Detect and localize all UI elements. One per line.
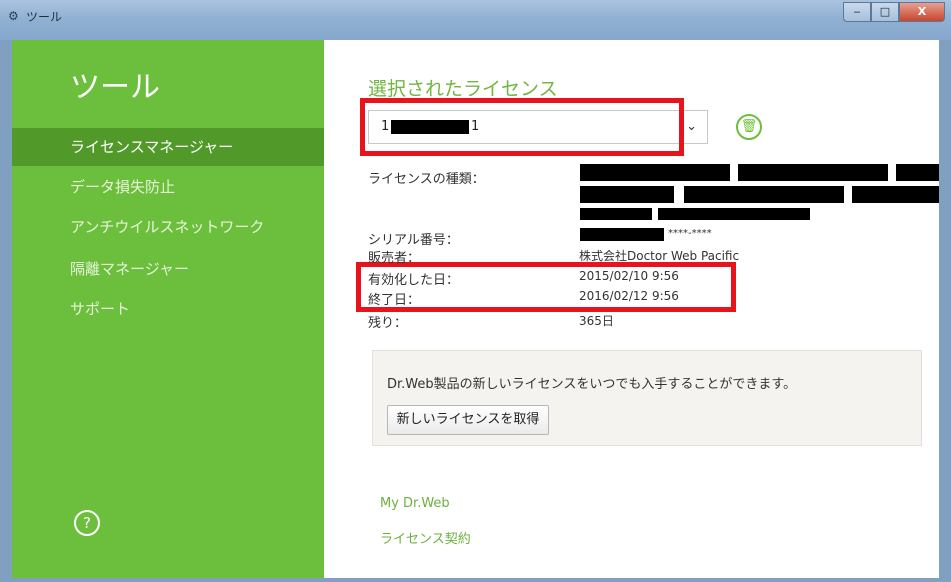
chevron-down-icon: ⌄ — [686, 119, 697, 134]
license-type-label: ライセンスの種類： — [368, 172, 485, 187]
promo-text: Dr.Web製品の新しいライセンスをいつでも入手することができます。 — [387, 377, 797, 392]
seller-value: 株式会社Doctor Web Pacific — [579, 249, 740, 263]
help-icon[interactable]: ? — [74, 510, 100, 536]
activated-date-value: 2015/02/10 9:56 — [579, 269, 679, 283]
my-drweb-link[interactable]: My Dr.Web — [380, 496, 450, 511]
license-agreement-link[interactable]: ライセンス契約 — [380, 528, 471, 547]
redaction — [580, 208, 652, 220]
highlight-box-license — [360, 98, 684, 156]
app-window: ⚙ ツール ‒ □ X ツール ライセンスマネージャー データ損失防止 アンチウ… — [0, 0, 951, 582]
get-new-license-button[interactable]: 新しいライセンスを取得 — [387, 405, 549, 435]
expiry-date-label: 終了日： — [368, 293, 421, 308]
redaction — [738, 164, 888, 181]
activated-date-label: 有効化した日： — [368, 273, 460, 288]
redaction — [580, 186, 674, 203]
redaction — [580, 228, 664, 241]
sidebar-item-support[interactable]: サポート — [12, 290, 324, 328]
redaction — [896, 164, 939, 181]
seller-label: 販売者： — [368, 251, 421, 266]
minimize-button[interactable]: ‒ — [843, 2, 871, 22]
redaction — [852, 186, 939, 203]
maximize-button[interactable]: □ — [871, 2, 899, 22]
redaction — [658, 208, 810, 220]
gear-icon: ⚙ — [8, 9, 19, 23]
sidebar-title: ツール — [70, 70, 160, 105]
window-title: ツール — [26, 10, 63, 24]
serial-number-value: ****-**** — [668, 228, 712, 239]
remaining-value: 365日 — [579, 314, 614, 328]
sidebar-item-antivirus-network[interactable]: アンチウイルスネットワーク — [12, 208, 324, 246]
main-panel: 選択されたライセンス 1 1 ⌄ 🗑 ライセンスの種類： シリアル番号： ***… — [324, 40, 939, 578]
redaction — [684, 186, 844, 203]
serial-number-label: シリアル番号： — [368, 233, 459, 248]
close-button[interactable]: X — [899, 2, 945, 22]
sidebar-item-license-manager[interactable]: ライセンスマネージャー — [12, 128, 324, 166]
expiry-date-value: 2016/02/12 9:56 — [579, 289, 679, 303]
redaction — [580, 164, 730, 181]
sidebar-item-quarantine-manager[interactable]: 隔離マネージャー — [12, 250, 324, 288]
client-area: ツール ライセンスマネージャー データ損失防止 アンチウイルスネットワーク 隔離… — [12, 40, 939, 578]
sidebar-item-data-loss-prevention[interactable]: データ損失防止 — [12, 168, 324, 206]
remaining-label: 残り： — [368, 316, 408, 331]
window-controls: ‒ □ X — [843, 2, 945, 22]
sidebar: ツール ライセンスマネージャー データ損失防止 アンチウイルスネットワーク 隔離… — [12, 40, 324, 578]
promo-box: Dr.Web製品の新しいライセンスをいつでも入手することができます。 新しいライ… — [372, 350, 922, 446]
trash-icon[interactable]: 🗑 — [736, 114, 762, 140]
title-bar[interactable]: ⚙ ツール ‒ □ X — [0, 0, 951, 40]
section-title: 選択されたライセンス — [368, 78, 558, 100]
